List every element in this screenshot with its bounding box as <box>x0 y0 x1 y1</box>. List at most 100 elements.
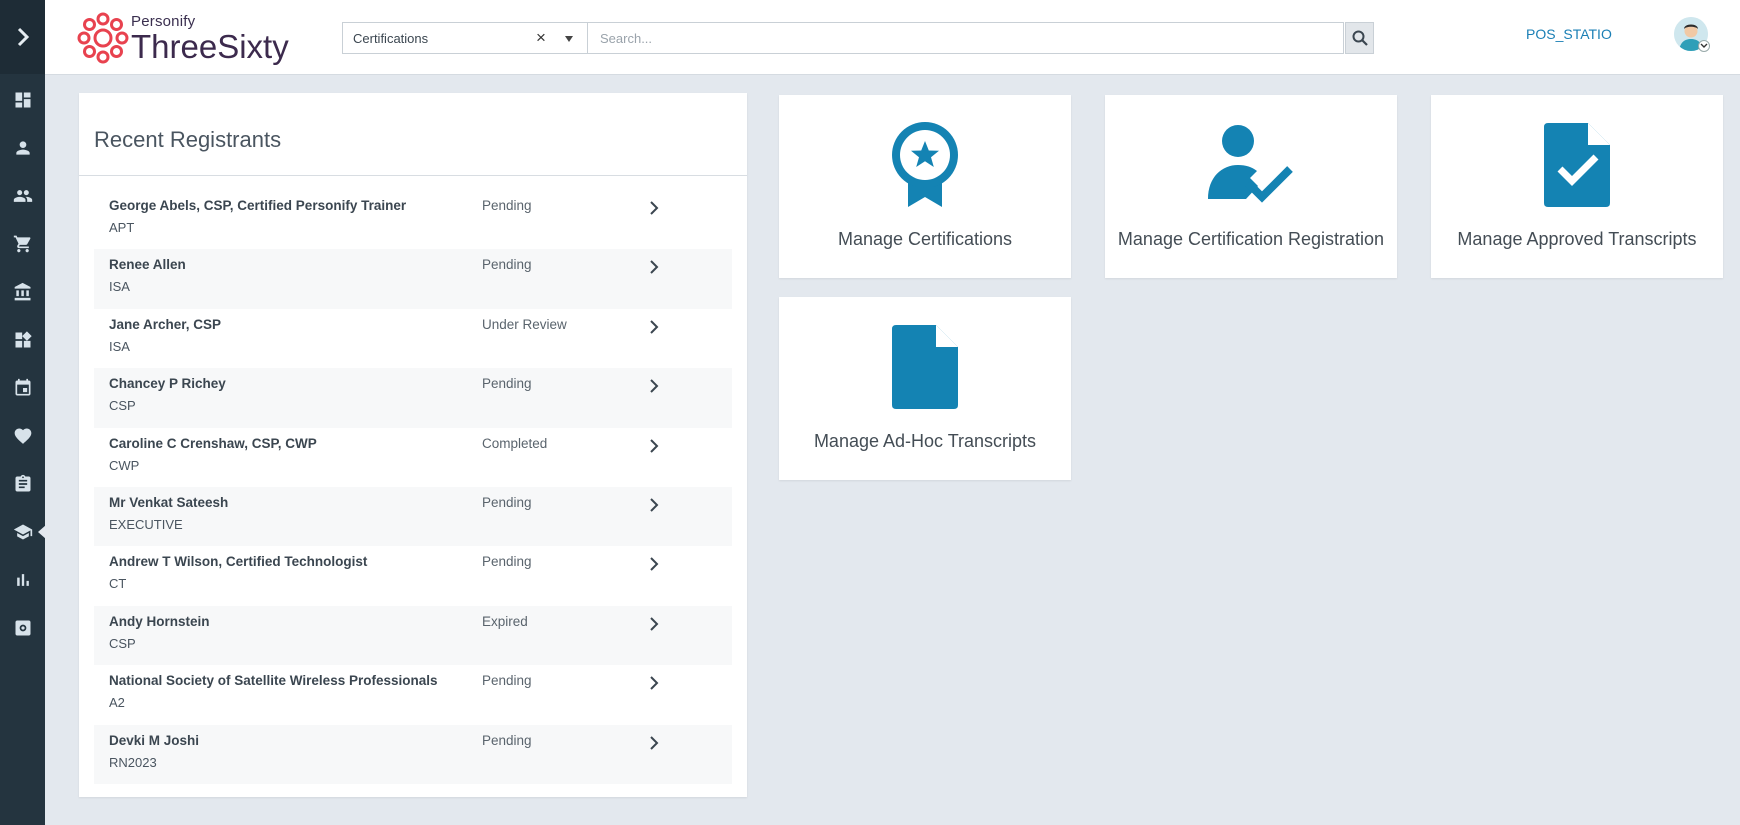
nav-reports[interactable] <box>0 556 45 604</box>
chevron-right-icon[interactable] <box>646 497 662 513</box>
person-icon <box>15 141 30 155</box>
list-item[interactable]: Andrew T Wilson, Certified Technologist … <box>94 546 732 605</box>
cart-icon <box>13 235 30 253</box>
list-item[interactable]: Caroline C Crenshaw, CSP, CWP CWP Comple… <box>94 428 732 487</box>
logo-threesixty-text: ThreeSixty <box>131 28 289 65</box>
tile-label: Manage Certifications <box>837 229 1013 249</box>
heart-icon <box>14 428 31 444</box>
registrant-status: Pending <box>482 732 532 748</box>
chevron-right-icon[interactable] <box>646 675 662 691</box>
registrant-status: Completed <box>482 435 548 451</box>
list-item[interactable]: Renee Allen ISA Pending <box>94 249 732 309</box>
personify-threesixty-logo[interactable]: Personify ThreeSixty <box>75 10 305 68</box>
chevron-right-icon[interactable] <box>646 259 662 275</box>
registrant-code: CSP <box>109 635 136 651</box>
nav-dashboard[interactable] <box>0 76 45 124</box>
search-box <box>588 22 1352 54</box>
user-name-link[interactable]: POS_STATIO <box>1526 26 1612 42</box>
calendar-icon <box>15 378 30 396</box>
document-check-icon <box>1544 123 1610 207</box>
registrant-code: A2 <box>109 695 125 711</box>
top-header: Personify ThreeSixty Certifications × PO… <box>45 0 1740 75</box>
registrant-code: CSP <box>109 398 136 414</box>
registrant-name: Renee Allen <box>109 257 186 273</box>
tile-label: Manage Certification Registration <box>1117 229 1385 249</box>
registrant-code: EXECUTIVE <box>109 516 183 532</box>
registrant-name: Devki M Joshi <box>109 732 200 748</box>
registrant-status: Under Review <box>482 316 567 332</box>
nav-calendar[interactable] <box>0 364 45 412</box>
registrant-name: Andy Hornstein <box>109 613 210 629</box>
dashboard-icon <box>15 92 30 108</box>
search-scope-value: Certifications <box>353 31 429 46</box>
chevron-down-icon <box>1700 43 1708 48</box>
registrant-name: Andrew T Wilson, Certified Technologist <box>109 554 368 570</box>
search-input[interactable] <box>588 23 1352 53</box>
registrant-status: Pending <box>482 376 532 392</box>
registrant-code: ISA <box>109 279 130 295</box>
avatar-menu-button[interactable] <box>1698 40 1710 52</box>
registrant-name: Jane Archer, CSP <box>109 316 222 332</box>
list-item[interactable]: Andy Hornstein CSP Expired <box>94 605 732 666</box>
registrant-status: Pending <box>482 554 532 570</box>
registrant-status: Pending <box>482 257 532 273</box>
clear-scope-button[interactable]: × <box>536 28 546 48</box>
chevron-right-icon[interactable] <box>646 616 662 632</box>
clipboard-icon <box>15 474 30 492</box>
nav-heart[interactable] <box>0 412 45 460</box>
nav-bank[interactable] <box>0 268 45 316</box>
registrant-name: National Society of Satellite Wireless P… <box>109 673 438 689</box>
chevron-right-icon[interactable] <box>646 200 662 216</box>
nav-people[interactable] <box>0 172 45 220</box>
award-icon <box>892 122 958 207</box>
document-icon <box>892 325 958 409</box>
registrant-status: Pending <box>482 198 532 213</box>
nav-person[interactable] <box>0 124 45 172</box>
chevron-down-icon[interactable] <box>565 36 573 42</box>
search-icon <box>1352 30 1368 46</box>
panel-title: Recent Registrants <box>94 127 282 152</box>
registrant-status: Expired <box>482 613 528 629</box>
bar-chart-icon <box>16 574 29 586</box>
chevron-right-icon[interactable] <box>646 378 662 394</box>
logo-flower-icon <box>77 12 129 64</box>
list-item[interactable]: Mr Venkat Sateesh EXECUTIVE Pending <box>94 486 732 547</box>
divider <box>79 175 747 176</box>
person-check-icon <box>1208 125 1293 203</box>
registrant-name: Caroline C Crenshaw, CSP, CWP <box>109 435 317 451</box>
search-button[interactable] <box>1345 22 1374 54</box>
chevron-right-icon[interactable] <box>646 556 662 572</box>
graduation-cap-icon <box>13 524 32 540</box>
nav-settings[interactable] <box>0 604 45 652</box>
tile-label: Manage Approved Transcripts <box>1457 229 1697 249</box>
recent-registrants-panel: Recent Registrants George Abels, CSP, Ce… <box>79 93 747 797</box>
nav-cart[interactable] <box>0 220 45 268</box>
search-scope-select[interactable]: Certifications × <box>342 22 588 54</box>
list-item[interactable]: Chancey P Richey CSP Pending <box>94 368 732 428</box>
tile-label: Manage Ad-Hoc Transcripts <box>813 431 1037 451</box>
chevron-right-icon[interactable] <box>646 319 662 335</box>
registrant-code: CT <box>109 576 127 592</box>
list-item[interactable]: Jane Archer, CSP ISA Under Review <box>94 309 732 368</box>
expand-menu-button[interactable] <box>0 0 45 74</box>
manage-certification-registration-tile[interactable]: Manage Certification Registration <box>1105 95 1397 278</box>
nav-widgets[interactable] <box>0 316 45 364</box>
manage-ad-hoc-transcripts-tile[interactable]: Manage Ad-Hoc Transcripts <box>779 297 1071 480</box>
list-item[interactable]: George Abels, CSP, Certified Personify T… <box>94 190 732 249</box>
chevron-right-icon[interactable] <box>646 735 662 751</box>
registrant-name: Mr Venkat Sateesh <box>109 494 229 510</box>
side-navigation-rail <box>0 0 46 825</box>
nav-clipboard[interactable] <box>0 460 45 508</box>
manage-certifications-tile[interactable]: Manage Certifications <box>779 95 1071 278</box>
manage-approved-transcripts-tile[interactable]: Manage Approved Transcripts <box>1431 95 1723 278</box>
registrant-name: Chancey P Richey <box>109 376 226 392</box>
registrants-list: George Abels, CSP, Certified Personify T… <box>94 190 732 784</box>
list-item[interactable]: Devki M Joshi RN2023 Pending <box>94 724 732 784</box>
list-item[interactable]: National Society of Satellite Wireless P… <box>94 665 732 724</box>
widgets-icon <box>15 331 32 348</box>
nav-certifications[interactable] <box>0 508 46 556</box>
registrant-name: George Abels, CSP, Certified Personify T… <box>109 198 407 213</box>
chevron-right-icon[interactable] <box>646 438 662 454</box>
registrant-code: ISA <box>109 338 130 354</box>
chevron-right-icon <box>17 27 29 47</box>
